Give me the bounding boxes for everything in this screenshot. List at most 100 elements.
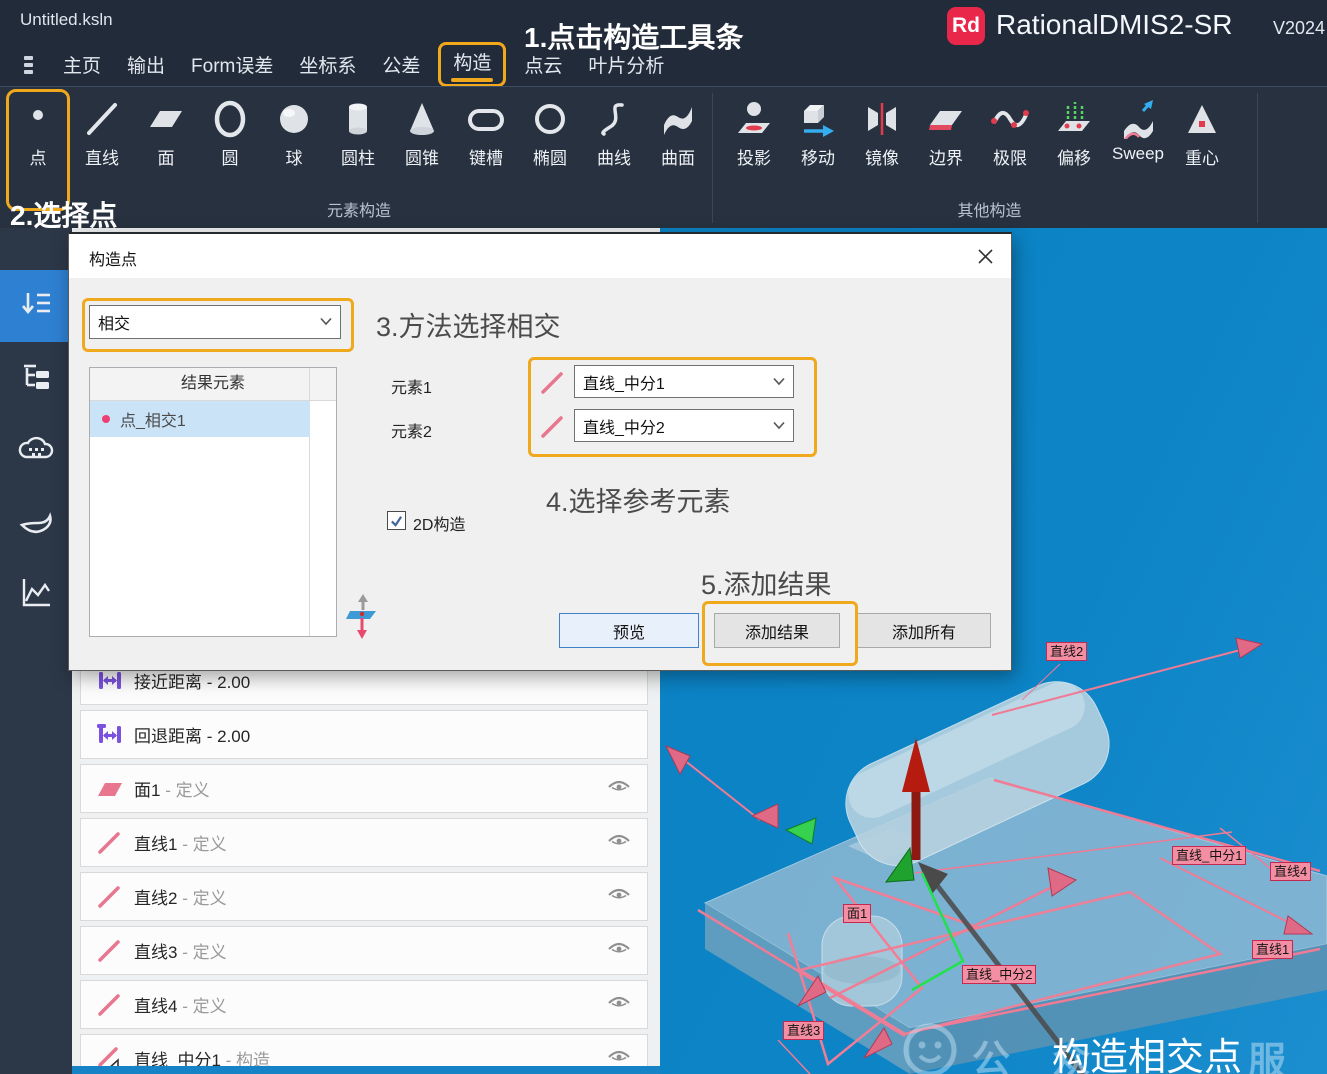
eye-icon[interactable] [607, 779, 631, 799]
feature-status: - 定义 [177, 943, 226, 962]
ribbon-item-limit[interactable]: 极限 [978, 87, 1042, 169]
projection-direction-icon[interactable] [345, 594, 381, 640]
feature-label-tag: 面1 [843, 904, 871, 923]
sidebar-item-sequence-list[interactable] [0, 270, 72, 342]
menu-item-1[interactable]: 主页 [63, 51, 101, 78]
sidebar-item-blade[interactable] [0, 486, 72, 558]
watermark-caption: 构造相交点 [1052, 1026, 1242, 1074]
ribbon-item-project[interactable]: 投影 [722, 87, 786, 169]
ribbon-item-label: 球 [286, 144, 303, 169]
ribbon-item-label: 投影 [737, 144, 771, 169]
ribbon-item-boundary[interactable]: 边界 [914, 87, 978, 169]
result-row-selected[interactable]: 点_相交1 [90, 401, 310, 437]
eye-icon[interactable] [607, 833, 631, 853]
ribbon-item-label: 圆 [222, 144, 239, 169]
menu-item-4[interactable]: 坐标系 [299, 51, 356, 78]
ribbon-item-centroid[interactable]: 重心 [1170, 87, 1234, 169]
add-result-button[interactable]: 添加结果 [714, 613, 840, 648]
limit-icon [988, 95, 1032, 143]
ribbon-item-point[interactable]: 点 [6, 87, 70, 169]
ribbon-item-label: 面 [158, 144, 175, 169]
ribbon-item-offset[interactable]: 偏移 [1042, 87, 1106, 169]
approach-distance-icon [94, 669, 126, 693]
boundary-icon [924, 95, 968, 143]
menu-item-6[interactable]: 构造 [438, 42, 506, 87]
dialog-title: 构造点 [89, 246, 137, 270]
tutorial-step5-annotation: 5.添加结果 [701, 563, 832, 602]
eye-icon[interactable] [607, 995, 631, 1015]
titlebar: Untitled.ksln 主页输出Form误差坐标系公差构造点云叶片分析 Rd… [0, 0, 1327, 86]
sequence-list-icon [18, 286, 54, 327]
app-version: V2024 [1273, 18, 1325, 39]
ribbon-item-label: 圆锥 [405, 144, 439, 169]
feature-row[interactable]: 面1 - 定义 [80, 764, 648, 813]
curve-icon [592, 95, 636, 143]
line-feature-icon [94, 885, 126, 909]
feature-row[interactable]: 直线2 - 定义 [80, 872, 648, 921]
ribbon-item-curve[interactable]: 曲线 [582, 87, 646, 169]
ribbon-group-label: 其他构造 [722, 197, 1257, 221]
feature-row[interactable]: 直线1 - 定义 [80, 818, 648, 867]
plane-icon [144, 95, 188, 143]
viewport-bottom-strip [72, 1066, 660, 1074]
app-name: RationalDMIS2-SR [996, 9, 1233, 41]
app-window: Untitled.ksln 主页输出Form误差坐标系公差构造点云叶片分析 Rd… [0, 0, 1327, 1074]
tutorial-step4-annotation: 4.选择参考元素 [546, 480, 731, 519]
sidebar-item-tree[interactable] [0, 342, 72, 414]
ribbon-item-circle[interactable]: 圆 [198, 87, 262, 169]
feature-status: - 定义 [177, 997, 226, 1016]
dialog-titlebar[interactable]: 构造点 [69, 234, 1011, 278]
element2-dropdown[interactable]: 直线_中分2 [574, 409, 794, 442]
ribbon-toolbar: 点直线面圆球圆柱圆锥键槽椭圆曲线曲面 元素构造 投影移动镜像边界极限偏移Swee… [0, 86, 1327, 229]
ribbon-item-label: 椭圆 [533, 144, 567, 169]
preview-button[interactable]: 预览 [559, 613, 699, 648]
project-icon [732, 95, 776, 143]
feature-row[interactable]: 直线4 - 定义 [80, 980, 648, 1029]
ribbon-item-cone[interactable]: 圆锥 [390, 87, 454, 169]
feature-row[interactable]: 回退距离 - 2.00 [80, 710, 648, 759]
tutorial-step1-annotation: 1.点击构造工具条 [524, 16, 743, 56]
feature-status: - 定义 [177, 835, 226, 854]
ribbon-item-surface[interactable]: 曲面 [646, 87, 710, 169]
feature-name: 面1 - 定义 [134, 776, 210, 801]
ribbon-item-cylinder[interactable]: 圆柱 [326, 87, 390, 169]
ribbon-item-sweep[interactable]: Sweep [1106, 87, 1170, 169]
eye-icon[interactable] [607, 887, 631, 907]
sidebar-item-point-cloud[interactable] [0, 414, 72, 486]
feature-name: 回退距离 - 2.00 [134, 722, 250, 747]
feature-status: - 定义 [177, 889, 226, 908]
ribbon-item-move[interactable]: 移动 [786, 87, 850, 169]
2d-construct-checkbox[interactable] [387, 511, 406, 530]
ribbon-item-line[interactable]: 直线 [70, 87, 134, 169]
ribbon-item-ellipse[interactable]: 椭圆 [518, 87, 582, 169]
feature-label-tag: 直线4 [1270, 862, 1311, 881]
ribbon-item-label: 曲面 [661, 144, 695, 169]
hamburger-menu-icon[interactable] [24, 56, 33, 74]
line-feature-icon [94, 939, 126, 963]
left-sidebar [0, 228, 72, 1074]
ribbon-item-sphere[interactable]: 球 [262, 87, 326, 169]
element1-dropdown[interactable]: 直线_中分1 [574, 365, 794, 398]
feature-status: - 2.00 [202, 673, 250, 692]
add-all-button[interactable]: 添加所有 [857, 613, 991, 648]
method-dropdown[interactable]: 相交 [89, 305, 341, 339]
ribbon-item-slot[interactable]: 键槽 [454, 87, 518, 169]
feature-name: 直线3 - 定义 [134, 938, 227, 963]
ribbon-item-label: 重心 [1185, 144, 1219, 169]
menu-item-3[interactable]: Form误差 [191, 51, 273, 78]
watermark-faint-text-right: 服 务 [1248, 1030, 1327, 1074]
ribbon-item-label: 圆柱 [341, 144, 375, 169]
close-icon[interactable] [971, 242, 999, 270]
method-dropdown-value: 相交 [98, 310, 130, 334]
menu-item-5[interactable]: 公差 [382, 51, 420, 78]
ribbon-item-mirror[interactable]: 镜像 [850, 87, 914, 169]
feature-row[interactable]: 直线3 - 定义 [80, 926, 648, 975]
ribbon-item-label: 移动 [801, 144, 835, 169]
circle-icon [208, 95, 252, 143]
sidebar-item-report-chart[interactable] [0, 558, 72, 630]
menu-item-2[interactable]: 输出 [127, 51, 165, 78]
ribbon-item-plane[interactable]: 面 [134, 87, 198, 169]
feature-label-tag: 直线3 [783, 1021, 824, 1040]
eye-icon[interactable] [607, 941, 631, 961]
ribbon-item-label: 极限 [993, 144, 1027, 169]
